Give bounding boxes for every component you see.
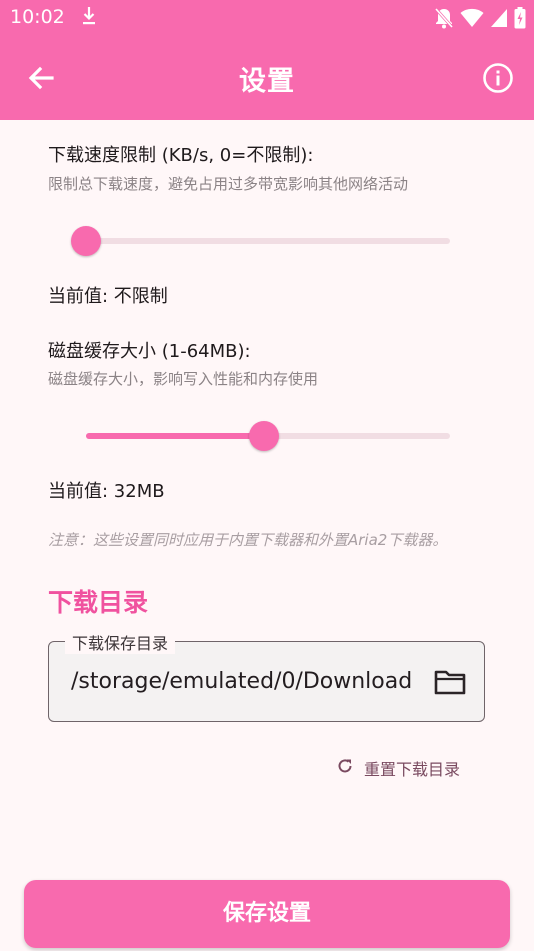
slider-thumb[interactable] bbox=[71, 226, 101, 256]
disk-cache-label: 磁盘缓存大小 (1-64MB): bbox=[48, 341, 251, 362]
download-dir-section-title: 下载目录 bbox=[48, 588, 149, 617]
slider-thumb[interactable] bbox=[249, 421, 280, 451]
status-bar: 10:02 bbox=[0, 0, 534, 37]
disk-cache-current: 当前值: 32MB bbox=[48, 481, 165, 502]
battery-icon bbox=[514, 7, 526, 33]
page-title: 设置 bbox=[239, 66, 295, 97]
speed-limit-current: 当前值: 不限制 bbox=[48, 286, 168, 307]
signal-icon bbox=[490, 8, 508, 32]
download-icon bbox=[82, 5, 96, 31]
notifications-off-icon bbox=[434, 7, 454, 33]
wifi-icon bbox=[460, 8, 484, 32]
download-dir-field-label: 下载保存目录 bbox=[65, 630, 176, 654]
folder-icon[interactable] bbox=[434, 669, 466, 699]
slider-track bbox=[86, 238, 450, 244]
speed-limit-slider[interactable] bbox=[71, 226, 450, 256]
status-time: 10:02 bbox=[10, 6, 65, 28]
reset-download-dir-button[interactable]: 重置下载目录 bbox=[336, 756, 460, 780]
disk-cache-description: 磁盘缓存大小，影响写入性能和内存使用 bbox=[48, 370, 319, 388]
download-dir-value[interactable]: /storage/emulated/0/Download bbox=[71, 669, 411, 694]
info-icon[interactable] bbox=[482, 62, 514, 94]
slider-fill bbox=[86, 433, 265, 439]
refresh-icon bbox=[336, 757, 354, 779]
speed-limit-label: 下载速度限制 (KB/s, 0=不限制): bbox=[48, 145, 314, 166]
download-dir-field[interactable]: 下载保存目录 /storage/emulated/0/Download bbox=[48, 630, 485, 722]
settings-note: 注意：这些设置同时应用于内置下载器和外置Aria2下载器。 bbox=[48, 531, 448, 549]
reset-download-dir-label: 重置下载目录 bbox=[364, 760, 461, 779]
app-bar: 设置 bbox=[0, 37, 534, 120]
save-settings-button[interactable]: 保存设置 bbox=[24, 880, 510, 948]
speed-limit-description: 限制总下载速度，避免占用过多带宽影响其他网络活动 bbox=[48, 175, 409, 193]
disk-cache-slider[interactable] bbox=[86, 421, 450, 451]
